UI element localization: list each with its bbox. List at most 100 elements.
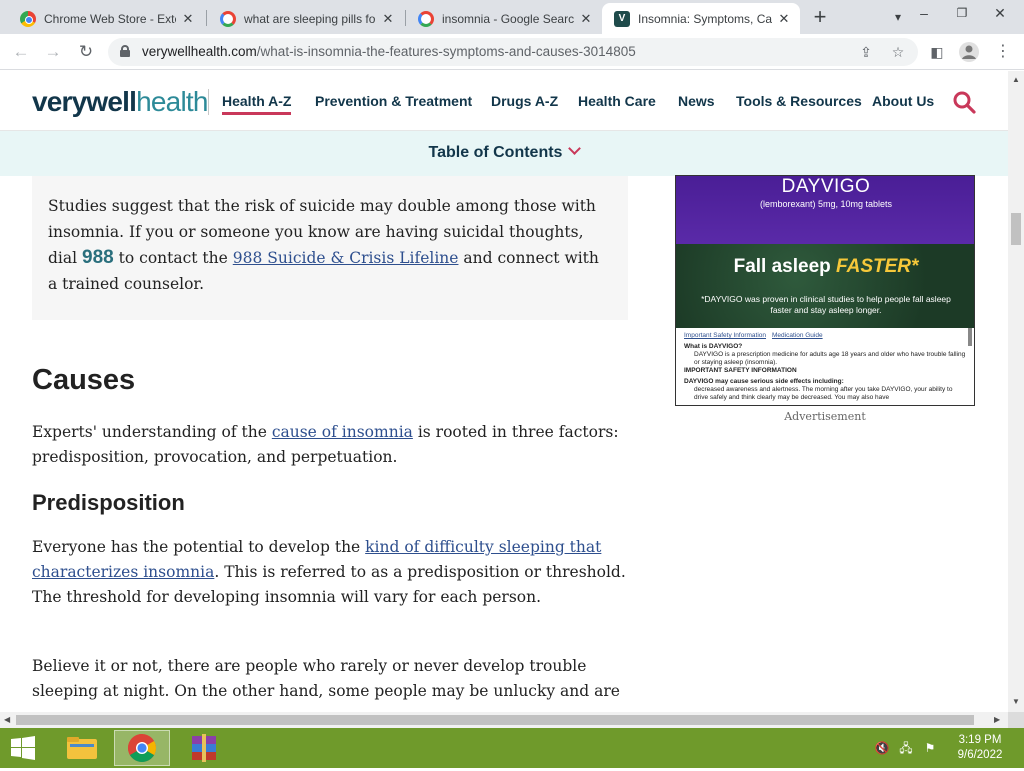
- horizontal-scrollbar[interactable]: ◀ ▶: [0, 712, 1008, 728]
- horizontal-scroll-thumb[interactable]: [16, 715, 974, 725]
- suicide-callout-box: Studies suggest that the risk of suicide…: [32, 176, 628, 320]
- google-icon: [220, 10, 236, 27]
- taskbar: 🔇 🖧 ⚑ 3:19 PM 9/6/2022: [0, 728, 1024, 768]
- advertisement-label: Advertisement: [784, 410, 866, 423]
- scroll-down-icon[interactable]: ▼: [1012, 697, 1020, 706]
- site-header: verywellhealth Health A-Z Prevention & T…: [0, 71, 1008, 131]
- reload-icon[interactable]: ↻: [75, 41, 97, 63]
- bookmark-star-icon[interactable]: ☆: [888, 42, 908, 62]
- close-window-icon[interactable]: ✕: [988, 2, 1012, 24]
- ad-info-question: What is DAYVIGO?: [684, 343, 743, 350]
- ad-hero: Fall asleep FASTER* *DAYVIGO was proven …: [676, 244, 974, 328]
- chrome-web-store-icon: [20, 10, 36, 27]
- table-of-contents-bar[interactable]: Table of Contents: [0, 131, 1008, 176]
- cause-of-insomnia-link[interactable]: cause of insomnia: [272, 423, 413, 441]
- browser-toolbar: ← → ↻ verywellhealth.com/what-is-insomni…: [0, 34, 1024, 70]
- tab-sleeping-pills[interactable]: what are sleeping pills fo ✕: [208, 3, 404, 34]
- volume-muted-icon[interactable]: 🔇: [874, 740, 890, 756]
- url-path: /what-is-insomnia-the-features-symptoms-…: [256, 44, 636, 59]
- ad-info-heading: IMPORTANT SAFETY INFORMATION: [684, 367, 797, 374]
- clock-date: 9/6/2022: [957, 749, 1003, 761]
- scroll-left-icon[interactable]: ◀: [4, 715, 10, 724]
- ad-info-answer: DAYVIGO is a prescription medicine for a…: [694, 351, 966, 366]
- safety-info-link[interactable]: Important Safety Information: [684, 332, 766, 339]
- action-center-flag-icon[interactable]: ⚑: [922, 740, 938, 756]
- clock-time: 3:19 PM: [958, 734, 1002, 746]
- chrome-icon: [128, 734, 156, 762]
- nav-health-care[interactable]: Health Care: [578, 93, 656, 109]
- profile-icon[interactable]: [958, 41, 980, 63]
- ad-brand-banner: DAYVIGO (lemborexant) 5mg, 10mg tablets: [676, 176, 974, 244]
- tab-title: what are sleeping pills fo: [244, 11, 376, 26]
- logo-health: health: [136, 86, 208, 117]
- scroll-up-icon[interactable]: ▲: [1012, 75, 1020, 84]
- winrar-icon: [192, 734, 216, 762]
- tab-chrome-web-store[interactable]: Chrome Web Store - Exte ✕: [8, 3, 204, 34]
- ad-subtitle: (lemborexant) 5mg, 10mg tablets: [759, 199, 893, 209]
- tab-insomnia-verywell[interactable]: V Insomnia: Symptoms, Ca ✕: [602, 3, 800, 34]
- side-panel-icon[interactable]: ◧: [926, 41, 948, 63]
- share-icon[interactable]: ⇪: [856, 42, 876, 62]
- chevron-down-icon: [568, 142, 582, 155]
- advertisement[interactable]: DAYVIGO (lemborexant) 5mg, 10mg tablets …: [675, 175, 975, 406]
- paragraph-text: Experts' understanding of the: [32, 423, 272, 441]
- ad-brand: DAYVIGO: [781, 176, 871, 197]
- ad-headline-emphasis: FASTER*: [836, 256, 919, 277]
- tab-title: Insomnia: Symptoms, Ca: [638, 11, 772, 26]
- toc-label: Table of Contents: [428, 144, 563, 161]
- scroll-right-icon[interactable]: ▶: [994, 715, 1000, 724]
- causes-heading: Causes: [32, 364, 136, 396]
- nav-health-a-z[interactable]: Health A-Z: [222, 93, 292, 115]
- tab-separator: [206, 10, 207, 26]
- vertical-scrollbar[interactable]: ▲ ▼: [1008, 71, 1024, 712]
- callout-number[interactable]: 988: [82, 247, 114, 268]
- restore-icon[interactable]: ❐: [950, 2, 974, 24]
- nav-about-us[interactable]: About Us: [872, 93, 934, 109]
- url-text: verywellhealth.com/what-is-insomnia-the-…: [142, 44, 636, 59]
- close-icon[interactable]: ✕: [180, 11, 196, 27]
- vertical-scroll-thumb[interactable]: [1011, 213, 1021, 245]
- ad-info-bullet: decreased awareness and alertness. The m…: [694, 386, 953, 401]
- forward-icon[interactable]: →: [42, 41, 64, 63]
- file-explorer-button[interactable]: [54, 730, 110, 766]
- nav-tools-resources[interactable]: Tools & Resources: [736, 93, 862, 109]
- tab-strip: Chrome Web Store - Exte ✕ what are sleep…: [0, 0, 1024, 34]
- file-explorer-icon: [67, 737, 97, 759]
- minimize-icon[interactable]: –: [912, 2, 936, 24]
- network-icon[interactable]: 🖧: [898, 740, 914, 756]
- chrome-taskbar-button[interactable]: [114, 730, 170, 766]
- predisposition-paragraph: Everyone has the potential to develop th…: [32, 535, 632, 610]
- site-logo[interactable]: verywellhealth: [32, 86, 208, 118]
- predisposition-heading: Predisposition: [32, 490, 185, 515]
- logo-divider: [208, 89, 209, 115]
- url-domain: verywellhealth.com: [142, 44, 257, 59]
- nav-news[interactable]: News: [678, 93, 715, 109]
- logo-verywell: verywell: [32, 86, 137, 117]
- close-icon[interactable]: ✕: [380, 11, 396, 27]
- nav-prevention-treatment[interactable]: Prevention & Treatment: [315, 93, 472, 109]
- crisis-lifeline-link[interactable]: 988 Suicide & Crisis Lifeline: [233, 249, 459, 267]
- scrollbar-corner: [1008, 712, 1024, 728]
- ad-headline: Fall asleep FASTER*: [676, 256, 974, 278]
- callout-text: to contact the: [113, 249, 233, 267]
- new-tab-icon[interactable]: +: [808, 6, 832, 28]
- google-icon: [418, 10, 434, 27]
- search-icon[interactable]: [952, 90, 976, 114]
- close-icon[interactable]: ✕: [776, 11, 792, 27]
- close-icon[interactable]: ✕: [578, 11, 594, 27]
- tab-insomnia-google[interactable]: insomnia - Google Search ✕: [406, 3, 602, 34]
- medication-guide-link[interactable]: Medication Guide: [772, 332, 823, 339]
- winrar-taskbar-button[interactable]: [176, 730, 232, 766]
- windows-start-icon[interactable]: [10, 736, 36, 760]
- system-clock[interactable]: 3:19 PM 9/6/2022: [952, 733, 1008, 763]
- tab-title: insomnia - Google Search: [442, 11, 574, 26]
- back-icon[interactable]: ←: [10, 41, 32, 63]
- tab-search-chevron-icon[interactable]: ▾: [886, 6, 910, 28]
- predisposition-paragraph-2: Believe it or not, there are people who …: [32, 657, 620, 700]
- nav-drugs-a-z[interactable]: Drugs A-Z: [491, 93, 558, 109]
- ad-scrollbar[interactable]: [968, 328, 972, 346]
- address-bar[interactable]: verywellhealth.com/what-is-insomnia-the-…: [108, 38, 918, 66]
- tab-title: Chrome Web Store - Exte: [44, 11, 176, 26]
- ad-info-subheading: DAYVIGO may cause serious side effects i…: [684, 378, 844, 385]
- menu-dots-icon[interactable]: ⋮: [992, 41, 1014, 63]
